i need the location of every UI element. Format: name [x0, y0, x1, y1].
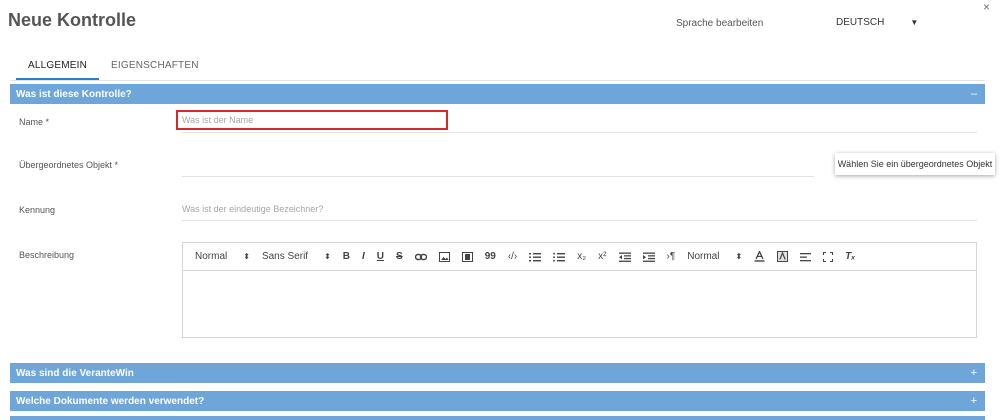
image-icon[interactable]	[438, 251, 450, 262]
superscript-button[interactable]: x²	[598, 251, 606, 262]
name-input-focus-outline	[176, 110, 448, 130]
quote-button[interactable]: 99	[485, 251, 496, 262]
editor-toolbar: Normal ⬍ Sans Serif ⬍ B I U S 99 ‹/› x₂ x²	[183, 243, 976, 271]
expand-icon[interactable]: +	[971, 395, 977, 407]
section-title: Welche Dokumente werden verwendet?	[16, 395, 205, 407]
code-button[interactable]: ‹/›	[508, 251, 517, 262]
section-title: Was ist diese Kontrolle?	[16, 88, 132, 100]
section-title: Was sind die VeranteWin	[16, 367, 134, 379]
underline-button[interactable]: U	[377, 251, 384, 262]
strike-button[interactable]: S	[396, 251, 403, 262]
tab-bar: ALLGEMEIN EIGENSCHAFTEN	[16, 56, 211, 80]
ordered-list-icon[interactable]	[529, 252, 542, 262]
language-label: Sprache bearbeiten	[676, 18, 764, 29]
chevron-down-icon: ▼	[910, 17, 919, 27]
bullet-list-icon[interactable]	[553, 252, 566, 262]
bold-button[interactable]: B	[343, 251, 350, 262]
indent-icon[interactable]	[642, 252, 655, 262]
identifier-underline	[182, 220, 977, 221]
link-icon[interactable]	[414, 252, 427, 262]
name-underline	[182, 132, 977, 133]
identifier-label: Kennung	[19, 205, 56, 215]
section-header-next[interactable]	[10, 416, 985, 420]
language-select[interactable]: DEUTSCH ▼	[836, 12, 936, 32]
subscript-button[interactable]: x₂	[577, 251, 586, 262]
description-content[interactable]	[183, 271, 976, 337]
size-select[interactable]: Normal ⬍	[687, 251, 742, 262]
section-header-control[interactable]: Was ist diese Kontrolle? –	[10, 84, 985, 104]
description-editor: Normal ⬍ Sans Serif ⬍ B I U S 99 ‹/› x₂ x²	[182, 242, 977, 338]
section-header-documents[interactable]: Welche Dokumente werden verwendet? +	[10, 391, 985, 411]
clear-format-button[interactable]: Tₓ	[845, 251, 855, 262]
tabs-divider	[10, 80, 985, 81]
format-select[interactable]: Normal ⬍	[195, 251, 250, 262]
close-icon[interactable]: ×	[983, 0, 990, 14]
language-select-value: DEUTSCH	[836, 16, 885, 28]
updown-icon: ⬍	[324, 252, 331, 261]
identifier-input[interactable]	[182, 202, 972, 216]
outdent-icon[interactable]	[618, 252, 631, 262]
background-color-icon[interactable]	[777, 251, 789, 262]
description-label: Beschreibung	[19, 250, 75, 260]
section-header-responsibilities[interactable]: Was sind die VeranteWin +	[10, 363, 985, 383]
parent-tooltip: Wählen Sie ein übergeordnetes Objekt	[835, 153, 995, 175]
italic-button[interactable]: I	[362, 251, 365, 262]
text-color-icon[interactable]	[754, 251, 765, 262]
collapse-icon[interactable]: –	[971, 88, 977, 100]
parent-select[interactable]	[182, 158, 812, 174]
expand-icon[interactable]: +	[971, 367, 977, 379]
name-label: Name *	[19, 117, 50, 127]
video-icon[interactable]	[461, 251, 473, 262]
tab-eigenschaften[interactable]: EIGENSCHAFTEN	[99, 56, 211, 80]
font-select[interactable]: Sans Serif ⬍	[262, 251, 331, 262]
fullscreen-icon[interactable]	[823, 251, 834, 262]
updown-icon: ⬍	[735, 252, 743, 261]
text-direction-button[interactable]: ›¶	[667, 251, 676, 262]
page-title: Neue Kontrolle	[8, 10, 137, 30]
parent-label: Übergeordnetes Objekt *	[19, 160, 119, 170]
tab-allgemein[interactable]: ALLGEMEIN	[16, 56, 100, 80]
updown-icon: ⬍	[243, 252, 250, 261]
parent-underline	[182, 176, 814, 177]
align-icon[interactable]	[800, 252, 812, 262]
